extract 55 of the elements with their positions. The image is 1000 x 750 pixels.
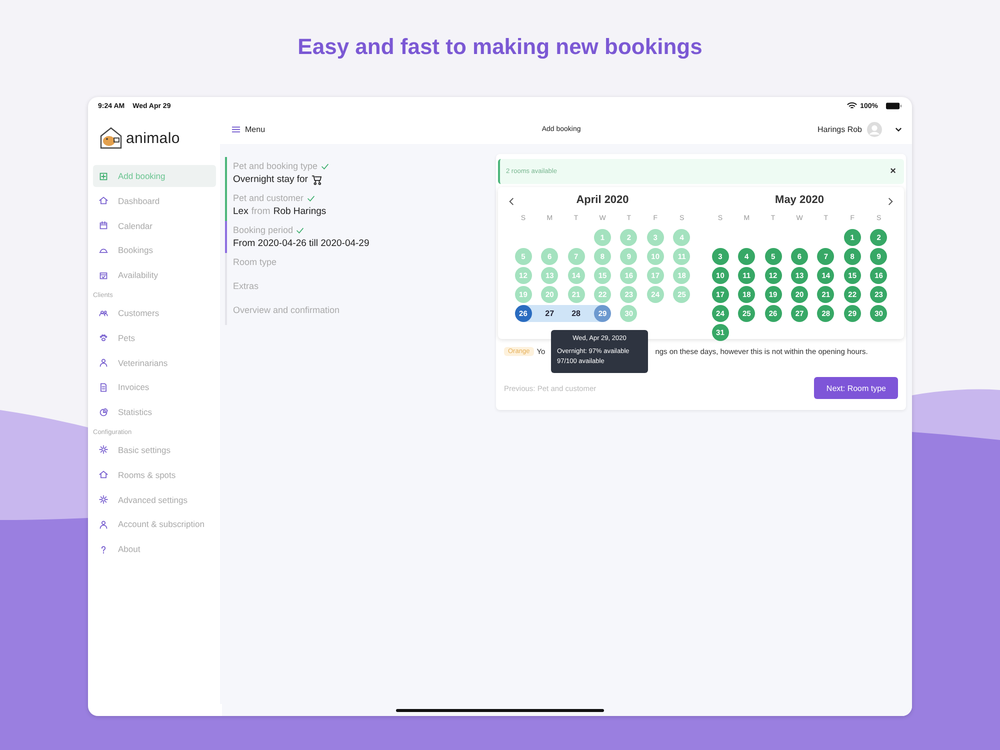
house-icon — [99, 196, 108, 206]
step-title[interactable]: Pet and booking type — [233, 161, 318, 171]
sidebar-item[interactable]: Basic settings — [93, 438, 216, 461]
next-button[interactable]: Next: Room type — [814, 377, 898, 399]
gear-icon — [99, 445, 108, 454]
step-title[interactable]: Extras — [233, 281, 259, 291]
logo-text: animalo — [126, 130, 180, 146]
battery-icon — [886, 102, 902, 110]
sidebar-item[interactable]: Statistics — [93, 401, 216, 424]
sidebar-item[interactable]: Availability — [93, 264, 216, 286]
chevron-down-icon — [895, 127, 902, 132]
pie-chart-icon — [99, 408, 108, 417]
chevron-left-icon[interactable] — [509, 197, 514, 206]
calendar-check-icon — [99, 270, 108, 280]
menu-icon — [232, 126, 240, 133]
step-value: From 2020-04-26 till 2020-04-29 — [233, 238, 370, 249]
step-title[interactable]: Booking period — [233, 225, 294, 235]
document-icon — [99, 382, 108, 392]
house-icon — [99, 470, 108, 480]
sidebar-item[interactable]: Add booking — [93, 165, 216, 187]
wifi-icon — [847, 102, 858, 110]
sidebar-item[interactable]: Calendar — [93, 214, 216, 237]
sidebar-item[interactable]: Bookings — [93, 239, 216, 262]
avatar-icon — [867, 122, 882, 137]
calendar-icon — [99, 221, 108, 230]
question-icon — [99, 544, 108, 554]
person-icon — [99, 358, 108, 368]
sidebar-item[interactable]: About — [93, 538, 216, 560]
sidebar-item[interactable]: Customers — [93, 302, 216, 324]
step-value: Rob Harings — [273, 206, 326, 217]
step-value: Overnight stay for — [233, 174, 308, 185]
close-button[interactable]: × — [890, 166, 896, 177]
sidebar-item[interactable]: Account & subscription — [93, 513, 216, 536]
step-title[interactable]: Pet and customer — [233, 193, 304, 203]
sidebar-item[interactable]: Invoices — [93, 376, 216, 398]
person-icon — [99, 520, 108, 529]
user-menu-button[interactable]: Harings Rob — [818, 122, 902, 137]
menu-button[interactable]: Menu — [232, 125, 266, 134]
sidebar-item[interactable]: Pets — [93, 326, 216, 349]
step-value: Lex — [233, 206, 248, 217]
month-title: May 2020 — [774, 194, 825, 208]
sidebar-item[interactable]: Advanced settings — [93, 488, 216, 511]
sidebar-item[interactable]: Veterinarians — [93, 352, 216, 374]
chevron-right-icon[interactable] — [888, 197, 893, 206]
step-title[interactable]: Overview and confirmation — [233, 305, 340, 315]
sidebar-item[interactable]: Rooms & spots — [93, 464, 216, 486]
paw-icon — [99, 333, 108, 342]
dog-house-logo-icon — [99, 126, 123, 150]
month-title: April 2020 — [575, 194, 630, 208]
step-title[interactable]: Room type — [233, 257, 277, 267]
gear-icon — [99, 495, 108, 504]
people-icon — [99, 308, 108, 318]
headline: Easy and fast to making new bookings — [298, 34, 702, 61]
sidebar-item[interactable]: Dashboard — [93, 190, 216, 212]
step-value: from — [251, 206, 270, 217]
